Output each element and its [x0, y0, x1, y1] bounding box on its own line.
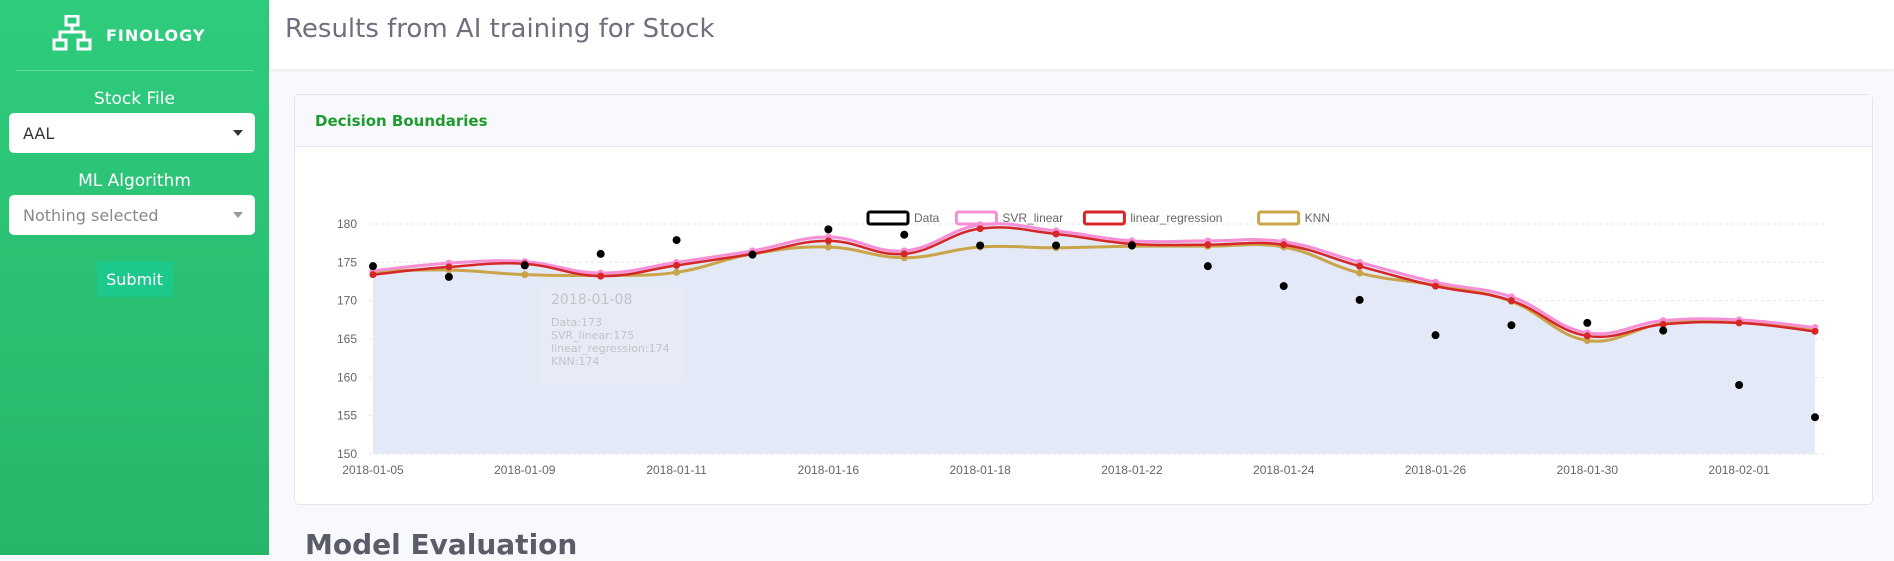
y-tick-label: 175: [337, 255, 357, 269]
data-point-linear-regression: [1811, 327, 1819, 335]
card-title: Decision Boundaries: [315, 111, 488, 130]
x-tick-label: 2018-01-30: [1557, 463, 1619, 477]
data-point-knn: [521, 271, 529, 279]
tooltip-line: SVR_linear:175: [551, 329, 635, 342]
data-point: [369, 262, 377, 271]
y-tick-label: 160: [337, 370, 357, 384]
brand[interactable]: FINOLOGY: [0, 0, 269, 70]
data-point: [1355, 295, 1364, 304]
submit-button[interactable]: Submit: [96, 261, 173, 297]
stock-file-value: AAL: [23, 123, 55, 143]
data-point: [1735, 381, 1744, 389]
chart-tooltip: 2018-01-08 Data:173 SVR_linear:175 linea…: [539, 286, 682, 384]
data-point: [824, 225, 833, 234]
x-tick-label: 2018-01-22: [1101, 463, 1163, 477]
data-point-linear-regression: [369, 271, 377, 279]
data-point-linear-regression: [1507, 297, 1515, 305]
data-point-linear-regression: [1356, 262, 1364, 270]
section-title: Model Evaluation: [305, 528, 578, 561]
x-tick-label: 2018-01-24: [1253, 463, 1315, 477]
decision-boundaries-card: Decision Boundaries 150 155 160 165 170 175 18…: [294, 94, 1873, 505]
y-tick-label: 170: [337, 294, 357, 308]
data-point: [520, 261, 529, 270]
data-point-linear-regression: [900, 250, 908, 258]
data-point-linear-regression: [1280, 241, 1288, 249]
data-point-knn: [673, 268, 681, 276]
tooltip-line: Data:173: [551, 316, 602, 329]
page-title: Results from AI training for Stock: [285, 14, 715, 44]
data-point: [1431, 331, 1440, 340]
data-point: [444, 272, 453, 281]
data-point: [1127, 241, 1136, 250]
network-icon: [52, 14, 92, 56]
x-tick-label: 2018-02-01: [1708, 463, 1770, 477]
x-tick-label: 2018-01-05: [342, 463, 404, 477]
legend-swatch: [1257, 210, 1301, 226]
x-tick-label: 2018-01-11: [646, 463, 707, 477]
tooltip-date: 2018-01-08: [551, 292, 633, 308]
sidebar-divider: [16, 70, 253, 71]
data-point-linear-regression: [673, 261, 681, 269]
topbar: Results from AI training for Stock: [269, 0, 1894, 69]
x-tick-label: 2018-01-16: [798, 463, 860, 477]
data-point-linear-regression: [976, 225, 984, 233]
legend-label: KNN: [1305, 211, 1330, 225]
stock-file-label: Stock File: [94, 89, 175, 109]
legend-label: Data: [914, 211, 940, 225]
legend-swatch: [1082, 210, 1126, 226]
brand-name: FINOLOGY: [106, 25, 206, 45]
data-point-knn: [1356, 269, 1364, 277]
data-point: [976, 241, 985, 250]
data-point: [748, 250, 757, 259]
tooltip-line: KNN:174: [551, 355, 600, 368]
data-point: [1811, 413, 1819, 422]
y-tick-label: 165: [337, 332, 357, 346]
data-point-linear-regression: [445, 263, 453, 271]
data-point-linear-regression: [1052, 230, 1060, 238]
chevron-down-icon: [233, 130, 243, 136]
tooltip-line: linear_regression:174: [551, 342, 670, 355]
y-tick-label: 155: [337, 409, 357, 423]
data-point: [1659, 326, 1668, 335]
data-point: [1583, 318, 1592, 327]
y-tick-label: 180: [337, 217, 357, 231]
legend-swatch: [954, 210, 998, 226]
data-point-knn: [824, 243, 832, 251]
chevron-down-icon: [233, 212, 243, 218]
data-point: [596, 249, 605, 258]
data-point: [1052, 241, 1061, 250]
x-tick-label: 2018-01-09: [494, 463, 556, 477]
legend-label: linear_regression: [1130, 211, 1222, 225]
x-tick-label: 2018-01-18: [949, 463, 1011, 477]
data-point-linear-regression: [824, 237, 832, 245]
data-point-linear-regression: [1432, 282, 1440, 290]
sidebar: FINOLOGY Stock File AAL ML Algorithm Not…: [0, 0, 269, 555]
decision-boundaries-chart[interactable]: 150 155 160 165 170 175 180 2018-01-05 2018-01-0…: [295, 147, 1872, 504]
y-tick-label: 150: [337, 447, 357, 461]
ml-algorithm-select[interactable]: Nothing selected: [9, 195, 255, 235]
data-point: [1279, 282, 1288, 291]
card-header: Decision Boundaries: [295, 95, 1872, 147]
ml-algorithm-label: ML Algorithm: [78, 171, 191, 191]
stock-file-select[interactable]: AAL: [9, 113, 255, 153]
legend-swatch: [866, 210, 910, 226]
x-tick-label: 2018-01-26: [1405, 463, 1467, 477]
legend-label: SVR_linear: [1002, 211, 1063, 225]
ml-algorithm-value: Nothing selected: [23, 205, 159, 225]
data-point-linear-regression: [1735, 319, 1743, 327]
data-point: [672, 236, 681, 245]
data-point-linear-regression: [1204, 241, 1212, 249]
data-point-linear-regression: [597, 272, 605, 280]
data-point: [1507, 321, 1516, 330]
data-point-linear-regression: [1583, 332, 1591, 340]
data-point: [900, 230, 909, 239]
data-point: [1203, 262, 1212, 271]
